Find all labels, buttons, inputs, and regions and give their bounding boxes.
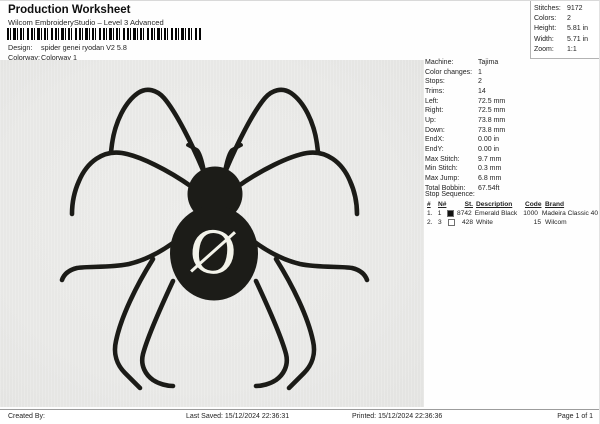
detail-row-endy: EndY: 0.00 in [425, 145, 500, 153]
created-by-label: Created By: [8, 413, 45, 420]
stop-sequence-row: 1. 1 8742 Emerald Black 1000 Madeira Cla… [427, 210, 598, 217]
colors-label: Colors: [534, 15, 557, 23]
design-row: Design: spider genei ryodan V2 5.8 [8, 43, 127, 52]
spider-monogram: Ø [186, 217, 240, 290]
detail-row-max-stitch: Max Stitch: 9.7 mm [425, 155, 502, 163]
detail-row-machine: Machine: Tajima [425, 59, 499, 66]
col-header-brand: Brand [545, 201, 565, 208]
production-worksheet-page: Production Worksheet Wilcom EmbroiderySt… [0, 0, 600, 424]
stop-sequence-table: # N# St. Description Code Brand 1. 1 874… [427, 200, 598, 227]
width-label: Width: [534, 35, 554, 43]
stitches-label: Stitches: [534, 5, 561, 12]
design-canvas: Ø [0, 60, 424, 407]
page-title: Production Worksheet [8, 4, 131, 16]
col-header-num: # [427, 201, 431, 208]
design-barcode [7, 28, 201, 40]
height-value: 5.81 in [567, 25, 589, 33]
design-summary-box: Stitches: 9172 Colors: 2 Height: 5.81 in… [530, 1, 599, 59]
col-header-description: Description [476, 201, 513, 208]
colors-value: 2 [567, 15, 571, 23]
spider-design-image: Ø [59, 87, 370, 391]
col-header-code: Code [525, 201, 542, 208]
stop-sequence-title: Stop Sequence: [425, 191, 475, 198]
detail-row-down: Down: 73.8 mm [425, 126, 506, 134]
zoom-label: Zoom: [534, 45, 554, 53]
machine-details-panel: Machine: Tajima Color changes: 1 Stops: 2 T… [423, 58, 599, 193]
page-number: Page 1 of 1 [557, 413, 593, 420]
col-header-stitches: St. [464, 201, 473, 208]
detail-row-left: Left: 72.5 mm [425, 97, 506, 105]
detail-row-stops: Stops: 2 [425, 78, 482, 86]
detail-row-right: Right: 72.5 mm [425, 107, 506, 115]
summary-row-colors: Colors: 2 [534, 14, 599, 24]
worksheet-footer: Created By: Last Saved: 15/12/2024 22:36… [0, 409, 599, 424]
stop-sequence-header-row: # N# St. Description Code Brand [427, 200, 598, 209]
detail-row-min-stitch: Min Stitch: 0.3 mm [425, 165, 502, 173]
summary-row-width: Width: 5.71 in [534, 35, 599, 45]
detail-row-trims: Trims: 14 [425, 87, 486, 95]
detail-row-color-changes: Color changes: 1 [425, 68, 482, 76]
last-saved-timestamp: Last Saved: 15/12/2024 22:36:31 [186, 413, 290, 420]
summary-row-stitches: Stitches: 9172 [534, 4, 599, 14]
col-header-needle: N# [438, 201, 447, 208]
stitches-value: 9172 [567, 5, 583, 12]
summary-row-height: Height: 5.81 in [534, 24, 599, 34]
stop-sequence-row: 2. 3 428 White 15 Wilcom [427, 219, 567, 226]
detail-row-max-jump: Max Jump: 6.8 mm [425, 174, 502, 182]
width-value: 5.71 in [567, 35, 589, 43]
thread-color-swatch [448, 219, 455, 226]
design-label: Design: [8, 43, 33, 52]
summary-row-zoom: Zoom: 1:1 [534, 45, 599, 55]
detail-row-endx: EndX: 0.00 in [425, 136, 500, 144]
height-label: Height: [534, 25, 557, 33]
printed-timestamp: Printed: 15/12/2024 22:36:36 [352, 413, 443, 420]
design-value: spider genei ryodan V2 5.8 [41, 43, 127, 52]
detail-row-up: Up: 73.8 mm [425, 116, 506, 124]
app-subtitle: Wilcom EmbroideryStudio – Level 3 Advanc… [8, 18, 164, 27]
zoom-value: 1:1 [567, 45, 577, 53]
thread-color-swatch [447, 210, 454, 217]
